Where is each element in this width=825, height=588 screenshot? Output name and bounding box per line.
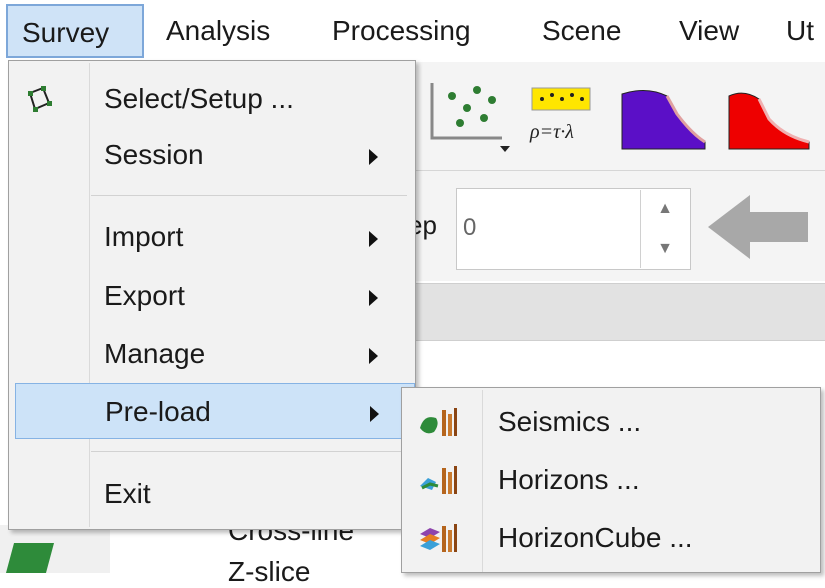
menu-analysis[interactable]: Analysis bbox=[152, 4, 284, 58]
submenu-item-horizons[interactable]: Horizons ... bbox=[402, 450, 820, 508]
crossplot-icon[interactable] bbox=[422, 78, 517, 158]
menu-item-exit[interactable]: Exit bbox=[9, 466, 415, 522]
toolbar: ρ=τ·λ bbox=[412, 62, 825, 171]
preload-submenu: Seismics ... Horizons ... HorizonCube ..… bbox=[401, 387, 821, 573]
seismics-icon bbox=[420, 408, 457, 436]
menu-item-session[interactable]: Session bbox=[9, 127, 415, 183]
submenu-arrow-icon bbox=[369, 149, 378, 165]
menu-bar: Survey Analysis Processing Scene View Ut bbox=[0, 0, 825, 63]
menu-item-label: Pre-load bbox=[105, 396, 211, 427]
menu-item-label: Exit bbox=[104, 478, 151, 509]
step-spinner: ▲ ▼ bbox=[640, 190, 689, 268]
histogram-purple-icon[interactable] bbox=[617, 84, 707, 154]
submenu-arrow-icon bbox=[369, 231, 378, 247]
submenu-item-horizoncube[interactable]: HorizonCube ... bbox=[402, 508, 820, 566]
menu-processing[interactable]: Processing bbox=[318, 4, 485, 58]
step-back-arrow-icon[interactable] bbox=[708, 195, 750, 259]
submenu-item-label: Seismics ... bbox=[498, 406, 642, 437]
menu-item-export[interactable]: Export bbox=[9, 268, 415, 324]
submenu-arrow-icon bbox=[369, 348, 378, 364]
panel-header bbox=[412, 283, 825, 341]
menu-view[interactable]: View bbox=[665, 4, 753, 58]
histogram-red-icon[interactable] bbox=[724, 84, 814, 154]
horizons-icon bbox=[420, 466, 457, 494]
menu-separator bbox=[91, 195, 407, 196]
menu-item-label: Session bbox=[104, 139, 204, 170]
step-back-arrow-tail bbox=[748, 212, 808, 242]
rock-physics-icon[interactable]: ρ=τ·λ bbox=[524, 82, 599, 152]
submenu-item-label: HorizonCube ... bbox=[498, 522, 693, 553]
menu-item-label: Select/Setup ... bbox=[104, 83, 294, 114]
submenu-item-seismics[interactable]: Seismics ... bbox=[402, 392, 820, 450]
menu-item-label: Export bbox=[104, 280, 185, 311]
submenu-item-label: Horizons ... bbox=[498, 464, 640, 495]
submenu-arrow-icon bbox=[369, 290, 378, 306]
menu-item-label: Manage bbox=[104, 338, 206, 369]
menu-utilities[interactable]: Ut bbox=[772, 4, 825, 58]
menu-item-manage[interactable]: Manage bbox=[9, 326, 415, 382]
menu-survey[interactable]: Survey bbox=[6, 4, 144, 58]
menu-item-import[interactable]: Import bbox=[9, 209, 415, 265]
spin-up-icon[interactable]: ▲ bbox=[641, 190, 689, 228]
menu-item-preload[interactable]: Pre-load bbox=[15, 383, 415, 439]
survey-setup-icon bbox=[28, 86, 52, 112]
tree-item-zslice[interactable]: Z-slice bbox=[228, 556, 310, 588]
menu-item-label: Import bbox=[104, 221, 184, 252]
menu-item-select-setup[interactable]: Select/Setup ... bbox=[9, 71, 415, 127]
survey-menu: Select/Setup ... Session Import Export M… bbox=[8, 60, 416, 530]
menu-separator bbox=[91, 451, 407, 452]
step-value: 0 bbox=[463, 214, 477, 241]
formula-text: ρ=τ·λ bbox=[529, 121, 574, 143]
spin-down-icon[interactable]: ▼ bbox=[641, 230, 689, 268]
horizoncube-icon bbox=[420, 524, 457, 552]
menu-scene[interactable]: Scene bbox=[528, 4, 635, 58]
submenu-arrow-icon bbox=[370, 406, 379, 422]
tree-tool-icon[interactable] bbox=[5, 543, 55, 573]
